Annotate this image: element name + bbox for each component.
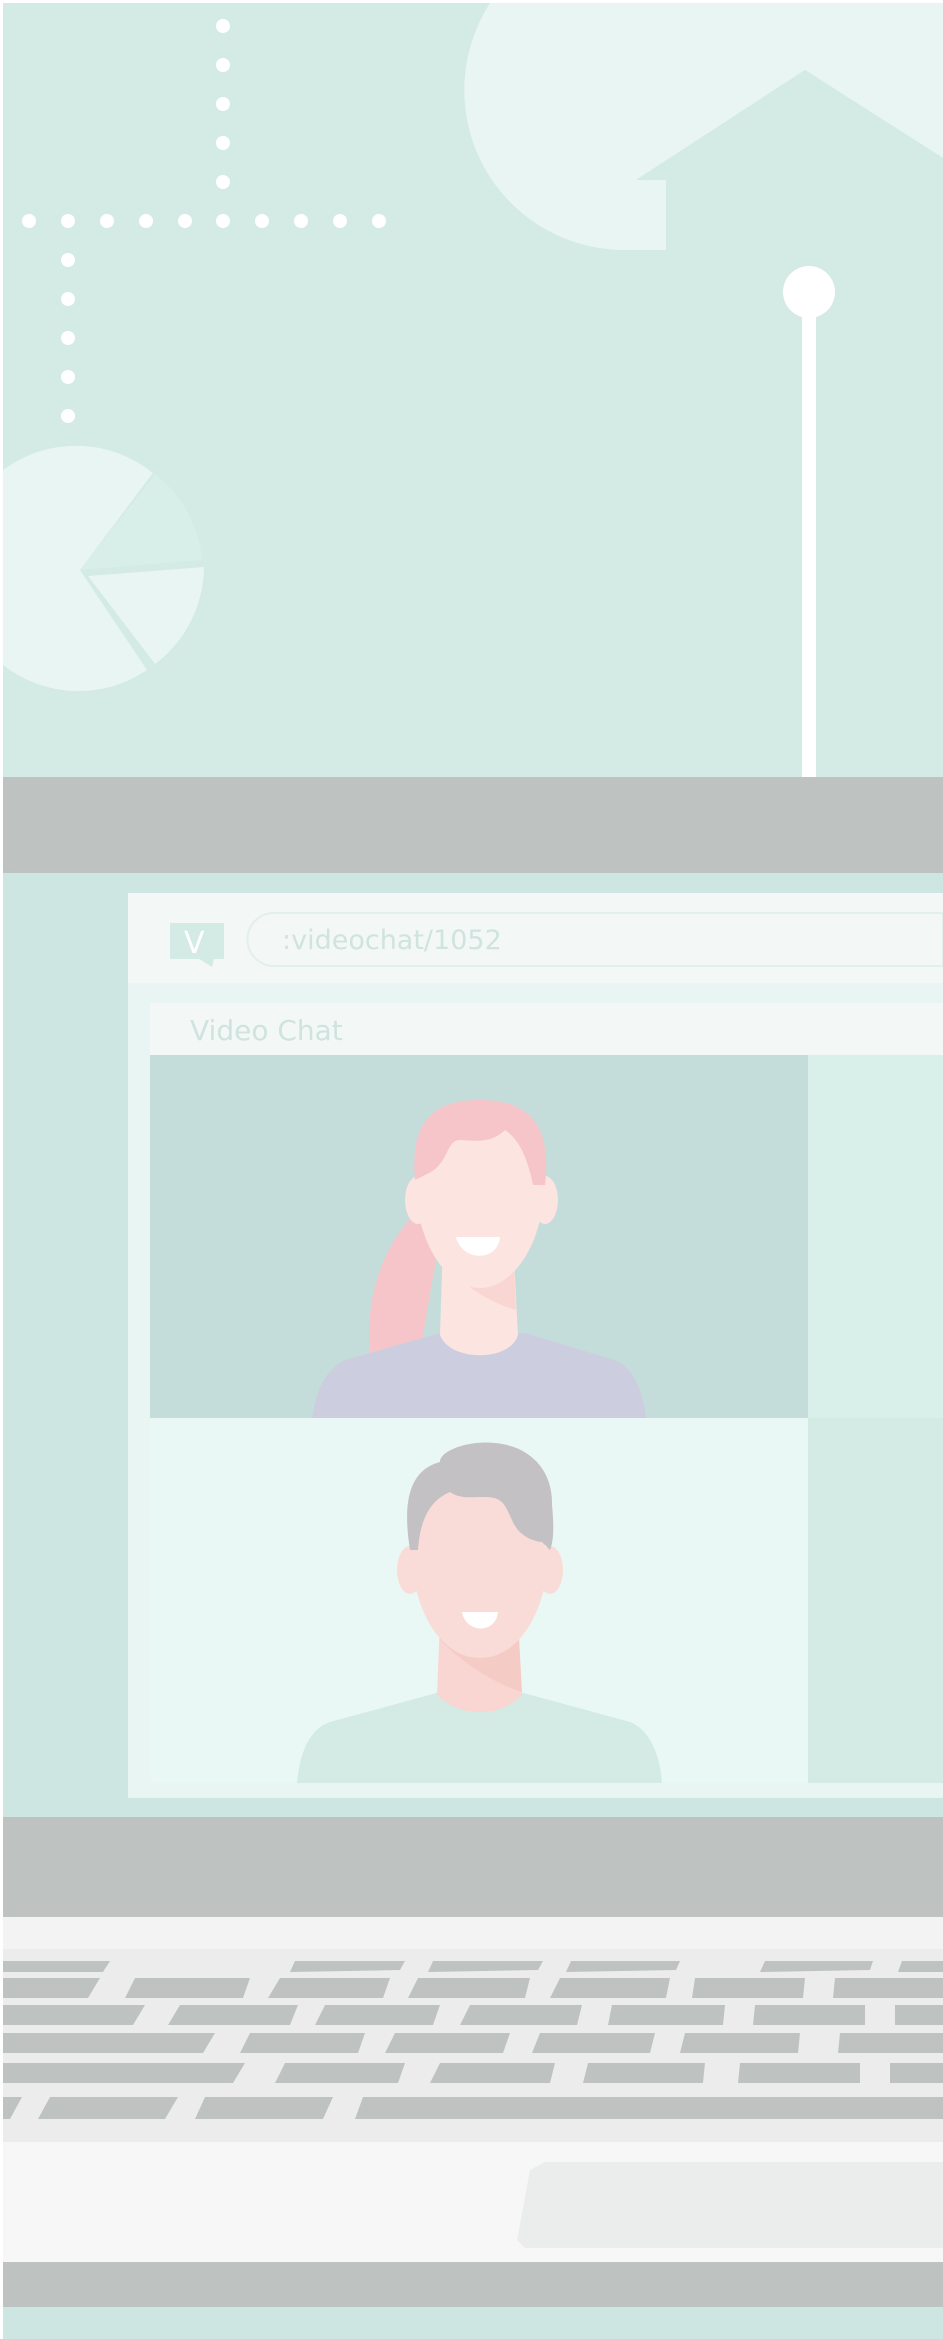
laptop-bottom-bezel (3, 1817, 943, 1917)
url-text: :videochat/1052 (282, 925, 502, 956)
video-tile-right-bottom[interactable] (808, 1418, 943, 1783)
video-chat-illustration: V :videochat/1052 Video Chat (0, 0, 943, 2339)
house-icon (464, 3, 943, 250)
video-tile-man[interactable] (150, 1418, 808, 1783)
keyboard-deck-edge (3, 1917, 943, 1949)
logo-letter: V (184, 926, 205, 961)
laptop-top-bezel (3, 777, 943, 873)
video-tile-right-top[interactable] (808, 1055, 943, 1418)
trackpad[interactable] (517, 2162, 943, 2248)
window-title: Video Chat (190, 1014, 343, 1047)
laptop-front-edge (3, 2262, 943, 2307)
address-bar[interactable]: :videochat/1052 (246, 912, 943, 967)
video-tile-woman[interactable] (150, 1055, 808, 1418)
table-surface (3, 2307, 943, 2339)
